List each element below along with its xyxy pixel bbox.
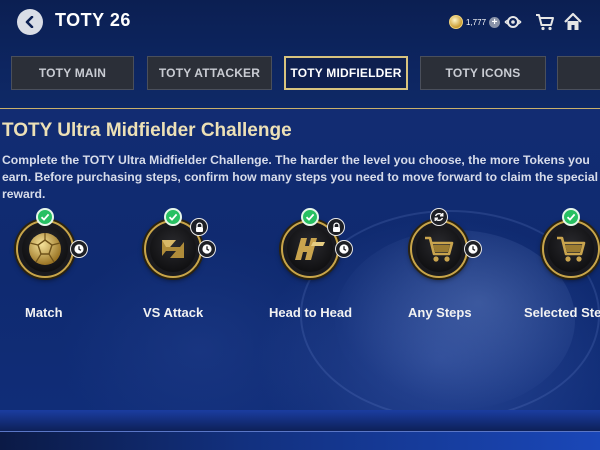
clock-icon	[198, 240, 216, 258]
tab-more[interactable]	[557, 56, 600, 90]
challenge-description: Complete the TOTY Ultra Midfielder Chall…	[2, 153, 598, 201]
pack-icon[interactable]	[503, 12, 523, 32]
step-medal	[542, 220, 600, 278]
shopping-cart-icon	[557, 236, 586, 262]
gold-ball-icon	[29, 233, 61, 265]
step-medal	[16, 220, 74, 278]
tab-label: TOTY ICONS	[445, 66, 521, 80]
page-title: TOTY 26	[55, 10, 131, 30]
bottom-bar	[0, 410, 600, 450]
add-coins-icon[interactable]: +	[489, 16, 501, 28]
chevron-left-icon	[25, 16, 34, 28]
step-label: Match	[25, 305, 63, 320]
lock-icon	[190, 218, 208, 236]
step-medal	[410, 220, 468, 278]
completed-check-icon	[36, 208, 54, 226]
coin-balance[interactable]: 1,777 +	[449, 14, 501, 30]
vs-attack-icon	[162, 240, 184, 258]
step-label: VS Attack	[143, 305, 204, 320]
clock-icon	[70, 240, 88, 258]
completed-check-icon	[301, 208, 319, 226]
lock-icon	[327, 218, 345, 236]
home-icon[interactable]	[563, 12, 583, 32]
clock-icon	[335, 240, 353, 258]
challenge-title: TOTY Ultra Midfielder Challenge	[2, 120, 292, 141]
step-selected-steps[interactable]: Selected Steps	[524, 208, 600, 328]
step-label: Selected Steps	[524, 305, 600, 320]
tab-toty-main[interactable]: TOTY MAIN	[11, 56, 134, 90]
shopping-cart-icon[interactable]	[535, 12, 555, 32]
head-to-head-icon	[295, 238, 325, 260]
step-head-to-head[interactable]: Head to Head	[265, 208, 385, 328]
clock-icon	[464, 240, 482, 258]
step-label: Head to Head	[269, 305, 353, 320]
shopping-cart-icon	[425, 236, 454, 262]
tab-label: TOTY MIDFIELDER	[290, 66, 402, 80]
tab-label: TOTY MAIN	[38, 66, 107, 80]
tab-toty-midfielder[interactable]: TOTY MIDFIELDER	[284, 56, 408, 90]
completed-check-icon	[164, 208, 182, 226]
step-match[interactable]: Match	[0, 208, 120, 328]
step-any-steps[interactable]: Any Steps	[394, 208, 514, 328]
tab-toty-icons[interactable]: TOTY ICONS	[420, 56, 546, 90]
completed-check-icon	[562, 208, 580, 226]
coin-icon	[449, 15, 463, 29]
refresh-icon	[430, 208, 448, 226]
tab-toty-attacker[interactable]: TOTY ATTACKER	[147, 56, 272, 90]
tab-label: TOTY ATTACKER	[158, 66, 261, 80]
back-button[interactable]	[17, 9, 43, 35]
step-label: Any Steps	[408, 305, 472, 320]
coin-amount: 1,777	[466, 17, 487, 27]
bottom-strip	[0, 431, 600, 450]
step-vs-attack[interactable]: VS Attack	[128, 208, 248, 328]
